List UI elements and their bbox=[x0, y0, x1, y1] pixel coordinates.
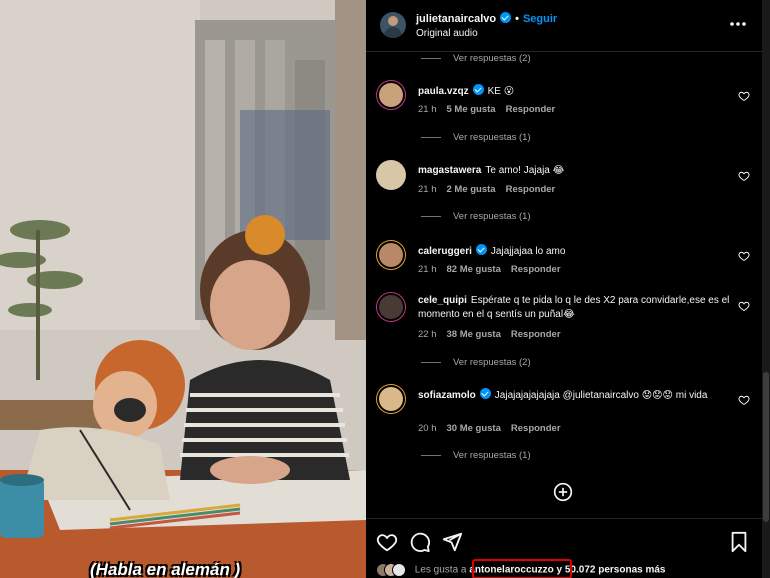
heart-icon[interactable] bbox=[738, 300, 750, 312]
view-replies-link[interactable]: Ver respuestas (1) bbox=[421, 132, 531, 143]
highlight-box bbox=[472, 559, 572, 578]
comment-time: 21 h bbox=[418, 264, 437, 275]
video-caption: (Habla en alemán ) bbox=[90, 560, 241, 578]
view-replies-link[interactable]: Ver respuestas (2) bbox=[421, 357, 531, 368]
scrollbar-thumb[interactable] bbox=[763, 372, 769, 522]
comment-body: Te amo! Jajaja 😂 bbox=[485, 165, 565, 176]
view-replies-label: Ver respuestas (2) bbox=[453, 53, 531, 64]
replies-divider bbox=[421, 136, 441, 138]
heart-icon[interactable] bbox=[376, 531, 398, 553]
comment-meta: 21 h 82 Me gusta Responder bbox=[418, 264, 571, 275]
likes-count[interactable]: y 50.072 personas más bbox=[557, 565, 666, 576]
view-replies-label: Ver respuestas (2) bbox=[453, 357, 531, 368]
verified-badge-icon bbox=[472, 84, 484, 95]
separator-dot: • bbox=[515, 13, 519, 25]
verified-badge-icon bbox=[479, 388, 491, 399]
replies-divider bbox=[421, 57, 441, 59]
media-illustration bbox=[0, 0, 366, 578]
likes-prefix: Les gusta a bbox=[414, 564, 467, 576]
commenter-avatar[interactable] bbox=[376, 240, 406, 270]
comment-time: 22 h bbox=[418, 329, 437, 340]
verified-badge-icon bbox=[500, 12, 512, 23]
view-replies-link[interactable]: Ver respuestas (1) bbox=[421, 211, 531, 222]
comment-likes[interactable]: 38 Me gusta bbox=[447, 329, 501, 340]
comment-time: 21 h bbox=[418, 184, 437, 195]
liker-avatar[interactable] bbox=[392, 563, 406, 577]
comment-text: magastawera Te amo! Jajaja 😂 bbox=[418, 164, 738, 178]
comment-text: cele_quipi Espérate q te pida lo q le des… bbox=[418, 294, 738, 322]
view-replies-link[interactable]: Ver respuestas (2) bbox=[421, 53, 531, 64]
reply-button[interactable]: Responder bbox=[506, 184, 556, 195]
reply-button[interactable]: Responder bbox=[511, 329, 561, 340]
post-actions: Les gusta a antonelaroccuzzo y 50.072 pe… bbox=[366, 518, 762, 578]
replies-divider bbox=[421, 361, 441, 363]
commenter-username[interactable]: cele_quipi bbox=[418, 295, 467, 306]
comment-body: KE 😮 bbox=[487, 86, 515, 97]
comment-text: caleruggeri Jajajjajaa lo amo bbox=[418, 244, 738, 259]
reply-button[interactable]: Responder bbox=[511, 423, 561, 434]
comment-likes[interactable]: 2 Me gusta bbox=[447, 184, 496, 195]
comment-meta: 20 h 30 Me gusta Responder bbox=[418, 423, 571, 434]
comment-body: Jajajajajajajaja @julietanaircalvo 😟😟😟 m… bbox=[494, 390, 708, 401]
replies-divider bbox=[421, 215, 441, 217]
audio-label[interactable]: Original audio bbox=[416, 28, 478, 39]
commenter-username[interactable]: caleruggeri bbox=[418, 246, 472, 257]
author-avatar[interactable] bbox=[380, 12, 406, 38]
post-panel: julietanaircalvo • Seguir Original audio V… bbox=[366, 0, 762, 578]
commenter-username[interactable]: magastawera bbox=[418, 165, 481, 176]
heart-icon[interactable] bbox=[738, 250, 750, 262]
author-line: julietanaircalvo • Seguir bbox=[416, 12, 557, 25]
scrollbar[interactable] bbox=[762, 0, 770, 578]
post-header: julietanaircalvo • Seguir Original audio bbox=[366, 0, 762, 52]
heart-icon[interactable] bbox=[738, 90, 750, 102]
comment-likes[interactable]: 30 Me gusta bbox=[447, 423, 501, 434]
commenter-avatar[interactable] bbox=[376, 160, 406, 190]
comment-time: 20 h bbox=[418, 423, 437, 434]
comment-time: 21 h bbox=[418, 104, 437, 115]
view-replies-label: Ver respuestas (1) bbox=[453, 450, 531, 461]
add-circle-icon[interactable] bbox=[553, 482, 573, 502]
reply-button[interactable]: Responder bbox=[506, 104, 556, 115]
more-options-icon[interactable] bbox=[728, 14, 748, 34]
replies-divider bbox=[421, 454, 441, 456]
author-username[interactable]: julietanaircalvo bbox=[416, 13, 496, 25]
comment-likes[interactable]: 5 Me gusta bbox=[447, 104, 496, 115]
view-replies-label: Ver respuestas (1) bbox=[453, 132, 531, 143]
commenter-username[interactable]: paula.vzqz bbox=[418, 86, 469, 97]
comment-icon[interactable] bbox=[409, 531, 431, 553]
share-icon[interactable] bbox=[441, 531, 463, 553]
reply-button[interactable]: Responder bbox=[511, 264, 561, 275]
bookmark-icon[interactable] bbox=[728, 531, 750, 553]
view-replies-link[interactable]: Ver respuestas (1) bbox=[421, 450, 531, 461]
post-media[interactable]: (Habla en alemán ) bbox=[0, 0, 366, 578]
comment-text: paula.vzqz KE 😮 bbox=[418, 84, 738, 99]
commenter-avatar[interactable] bbox=[376, 292, 406, 322]
commenter-avatar[interactable] bbox=[376, 384, 406, 414]
comment-meta: 21 h 5 Me gusta Responder bbox=[418, 104, 565, 115]
view-replies-label: Ver respuestas (1) bbox=[453, 211, 531, 222]
heart-icon[interactable] bbox=[738, 170, 750, 182]
heart-icon[interactable] bbox=[738, 394, 750, 406]
follow-button[interactable]: Seguir bbox=[523, 13, 557, 25]
comment-meta: 21 h 2 Me gusta Responder bbox=[418, 184, 565, 195]
commenter-avatar[interactable] bbox=[376, 80, 406, 110]
verified-badge-icon bbox=[475, 244, 487, 255]
comment-body: Jajajjajaa lo amo bbox=[490, 246, 566, 257]
comment-meta: 22 h 38 Me gusta Responder bbox=[418, 329, 571, 340]
commenter-username[interactable]: sofiazamolo bbox=[418, 390, 476, 401]
comment-likes[interactable]: 82 Me gusta bbox=[447, 264, 501, 275]
comment-text: sofiazamolo Jajajajajajajaja @julietanair… bbox=[418, 388, 738, 403]
